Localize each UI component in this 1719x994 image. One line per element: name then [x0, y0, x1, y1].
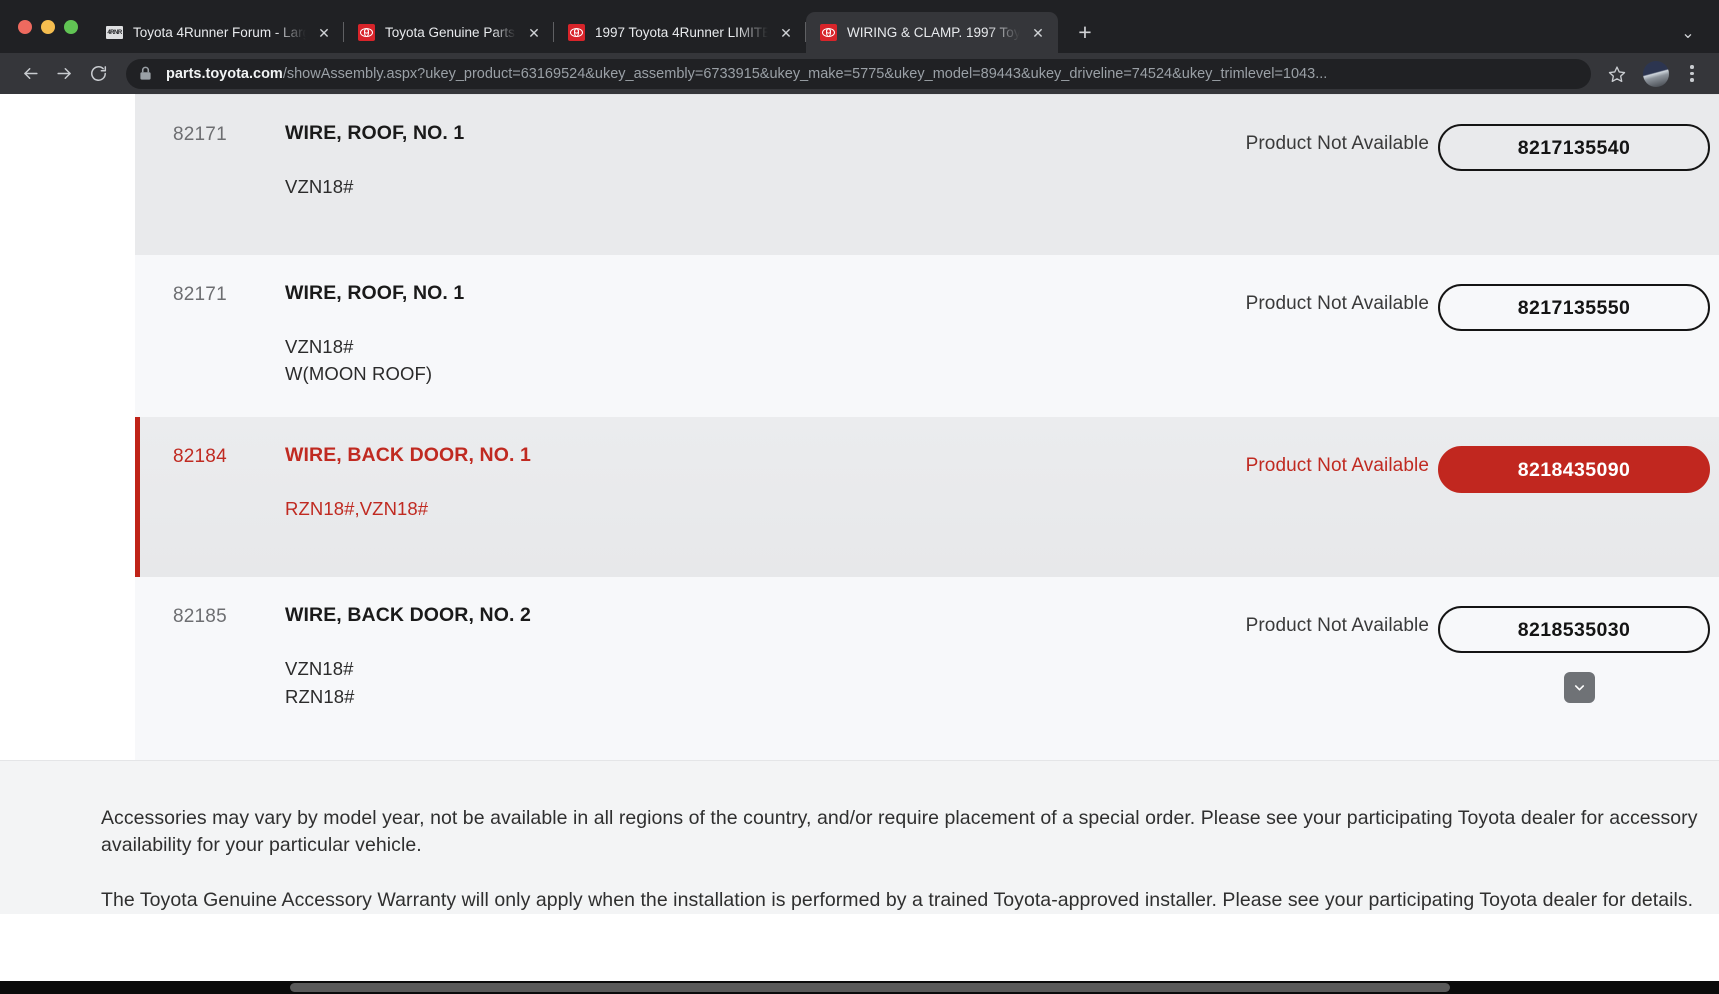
browser-tab-1[interactable]: Toyota Genuine Parts ✕ [344, 12, 554, 53]
part-number-button[interactable]: 8218435090 [1438, 446, 1710, 494]
back-button[interactable] [14, 58, 46, 90]
table-row[interactable]: 82171 WIRE, ROOF, NO. 1 VZN18# W(MOON RO… [135, 255, 1719, 418]
disclaimer-accessories: Accessories may vary by model year, not … [101, 807, 1698, 857]
tab-title: Toyota 4Runner Forum - Large [133, 25, 306, 40]
part-number-button[interactable]: 8217135550 [1438, 284, 1710, 331]
part-number-cell: 8218535030 [1429, 599, 1719, 654]
availability-status: Product Not Available [1245, 133, 1429, 154]
table-row-selected[interactable]: 82184 WIRE, BACK DOOR, NO. 1 RZN18#,VZN1… [135, 417, 1719, 578]
part-number-button[interactable]: 8217135540 [1438, 124, 1710, 171]
row-spacer [945, 439, 1169, 479]
scrollbar-thumb[interactable] [290, 983, 1450, 992]
tab-strip: 4RNR Toyota 4Runner Forum - Large ✕ Toyo… [0, 0, 1719, 53]
close-icon[interactable]: ✕ [1028, 23, 1048, 43]
part-description: WIRE, ROOF, NO. 1 VZN18# [285, 117, 945, 200]
availability-status: Product Not Available [1245, 615, 1429, 637]
forum-icon: 4RNR [106, 24, 123, 41]
part-diagram-number: 82184 [173, 446, 227, 468]
url-domain: parts.toyota.com [166, 65, 283, 82]
part-number-cell: 8217135540 [1429, 117, 1719, 171]
part-diagram-number: 82171 [173, 124, 227, 145]
avatar[interactable] [1643, 60, 1669, 87]
table-row[interactable]: 82185 WIRE, BACK DOOR, NO. 2 VZN18# RZN1… [135, 577, 1719, 761]
toyota-icon [820, 24, 837, 41]
toyota-icon [358, 24, 375, 41]
footer-disclaimers: Accessories may vary by model year, not … [0, 760, 1719, 915]
part-notes: VZN18# RZN18# [285, 658, 355, 707]
part-name: WIRE, BACK DOOR, NO. 2 [285, 604, 531, 627]
close-icon[interactable]: ✕ [524, 23, 544, 43]
part-name: WIRE, BACK DOOR, NO. 1 [285, 444, 531, 467]
bookmark-icon[interactable] [1603, 60, 1631, 88]
reload-button[interactable] [82, 58, 114, 90]
row-spacer [945, 599, 1595, 704]
url-path: /showAssembly.aspx?ukey_product=63169524… [282, 65, 1328, 82]
chevron-down-icon[interactable]: ⌄ [1673, 18, 1703, 48]
part-number-cell: 8217135550 [1429, 277, 1719, 331]
availability-status: Product Not Available [1245, 455, 1429, 477]
browser-toolbar: parts.toyota.com/showAssembly.aspx?ukey_… [0, 53, 1719, 94]
close-icon[interactable]: ✕ [776, 23, 796, 43]
forward-button[interactable] [48, 58, 80, 90]
browser-tab-2[interactable]: 1997 Toyota 4Runner LIMITED ✕ [554, 12, 806, 53]
part-name: WIRE, ROOF, NO. 1 [285, 282, 465, 304]
chevron-down-icon[interactable] [1564, 672, 1595, 704]
parts-list: 82171 WIRE, ROOF, NO. 1 VZN18# Product N… [135, 94, 1719, 761]
close-window-button[interactable] [18, 19, 32, 34]
tab-title: Toyota Genuine Parts [385, 25, 515, 40]
part-number-button[interactable]: 8218535030 [1438, 606, 1710, 654]
browser-window: 4RNR Toyota 4Runner Forum - Large ✕ Toyo… [0, 0, 1719, 994]
browser-menu-button[interactable] [1679, 59, 1705, 89]
url-text: parts.toyota.com/showAssembly.aspx?ukey_… [166, 66, 1327, 82]
lock-icon [139, 66, 155, 81]
availability-status: Product Not Available [1245, 293, 1429, 314]
browser-tab-0[interactable]: 4RNR Toyota 4Runner Forum - Large ✕ [92, 12, 344, 53]
part-number-cell: 8218435090 [1429, 439, 1719, 494]
part-notes: VZN18# W(MOON ROOF) [285, 336, 433, 385]
row-spacer [945, 117, 1169, 157]
part-description: WIRE, BACK DOOR, NO. 2 VZN18# RZN18# [285, 599, 945, 709]
part-description: WIRE, BACK DOOR, NO. 1 RZN18#,VZN18# [285, 439, 945, 522]
part-notes: RZN18#,VZN18# [285, 498, 429, 520]
address-bar[interactable]: parts.toyota.com/showAssembly.aspx?ukey_… [126, 58, 1591, 89]
tabs-container: 4RNR Toyota 4Runner Forum - Large ✕ Toyo… [92, 0, 1102, 53]
maximize-window-button[interactable] [64, 19, 78, 34]
browser-tab-3[interactable]: WIRING & CLAMP. 1997 Toyota ✕ [806, 12, 1058, 53]
part-name: WIRE, ROOF, NO. 1 [285, 122, 465, 144]
horizontal-scrollbar[interactable] [0, 981, 1719, 994]
toyota-icon [568, 24, 585, 41]
part-diagram-number: 82185 [173, 606, 227, 628]
table-row[interactable]: 82171 WIRE, ROOF, NO. 1 VZN18# Product N… [135, 95, 1719, 255]
row-spacer [945, 277, 1169, 317]
close-icon[interactable]: ✕ [314, 23, 334, 43]
page-viewport: 82171 WIRE, ROOF, NO. 1 VZN18# Product N… [0, 94, 1719, 994]
part-notes: VZN18# [285, 176, 354, 197]
new-tab-button[interactable]: + [1068, 16, 1102, 50]
minimize-window-button[interactable] [41, 19, 55, 34]
part-diagram-number: 82171 [173, 284, 227, 305]
disclaimer-warranty: The Toyota Genuine Accessory Warranty wi… [101, 889, 1694, 912]
part-description: WIRE, ROOF, NO. 1 VZN18# W(MOON ROOF) [285, 277, 945, 387]
tab-title: 1997 Toyota 4Runner LIMITED [595, 25, 768, 40]
window-controls [14, 0, 92, 53]
tab-title: WIRING & CLAMP. 1997 Toyota [847, 25, 1020, 40]
